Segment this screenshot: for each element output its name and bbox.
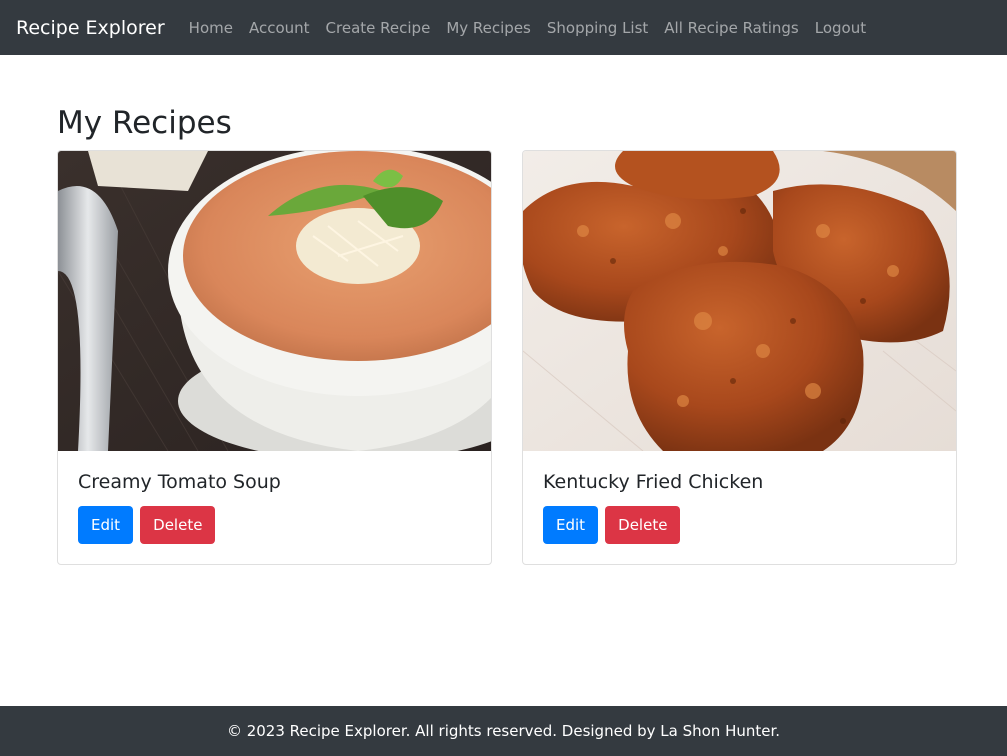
recipe-card: Creamy Tomato Soup Edit Delete [57,150,492,565]
nav-link-my-recipes[interactable]: My Recipes [438,19,539,37]
nav-link-logout[interactable]: Logout [807,19,874,37]
nav-link-account[interactable]: Account [241,19,318,37]
page-title: My Recipes [57,105,232,141]
footer: © 2023 Recipe Explorer. All rights reser… [0,706,1007,756]
nav-link-all-recipe-ratings[interactable]: All Recipe Ratings [656,19,806,37]
card-body: Kentucky Fried Chicken Edit Delete [523,451,956,564]
recipe-image-fried-chicken [523,151,956,451]
brand-link[interactable]: Recipe Explorer [16,17,165,39]
nav-link-home[interactable]: Home [181,19,241,37]
recipe-title: Creamy Tomato Soup [78,471,281,493]
recipe-title: Kentucky Fried Chicken [543,471,764,493]
navbar: Recipe Explorer Home Account Create Reci… [0,0,1007,55]
tomato-soup-photo [58,151,491,451]
recipe-image-tomato-soup [58,151,491,451]
nav-links: Home Account Create Recipe My Recipes Sh… [181,19,874,37]
card-body: Creamy Tomato Soup Edit Delete [58,451,491,564]
delete-button[interactable]: Delete [140,505,216,544]
recipe-card: Kentucky Fried Chicken Edit Delete [522,150,957,565]
nav-link-create-recipe[interactable]: Create Recipe [318,19,439,37]
edit-button[interactable]: Edit [78,505,134,544]
delete-button[interactable]: Delete [605,505,681,544]
edit-button[interactable]: Edit [543,505,599,544]
recipe-card-list: Creamy Tomato Soup Edit Delete Kentucky … [57,150,957,565]
nav-link-shopping-list[interactable]: Shopping List [539,19,656,37]
main-content: My Recipes Creamy Tomato Soup Edit Delet… [57,55,957,565]
fried-chicken-photo [523,151,956,451]
footer-text: © 2023 Recipe Explorer. All rights reser… [226,722,781,740]
